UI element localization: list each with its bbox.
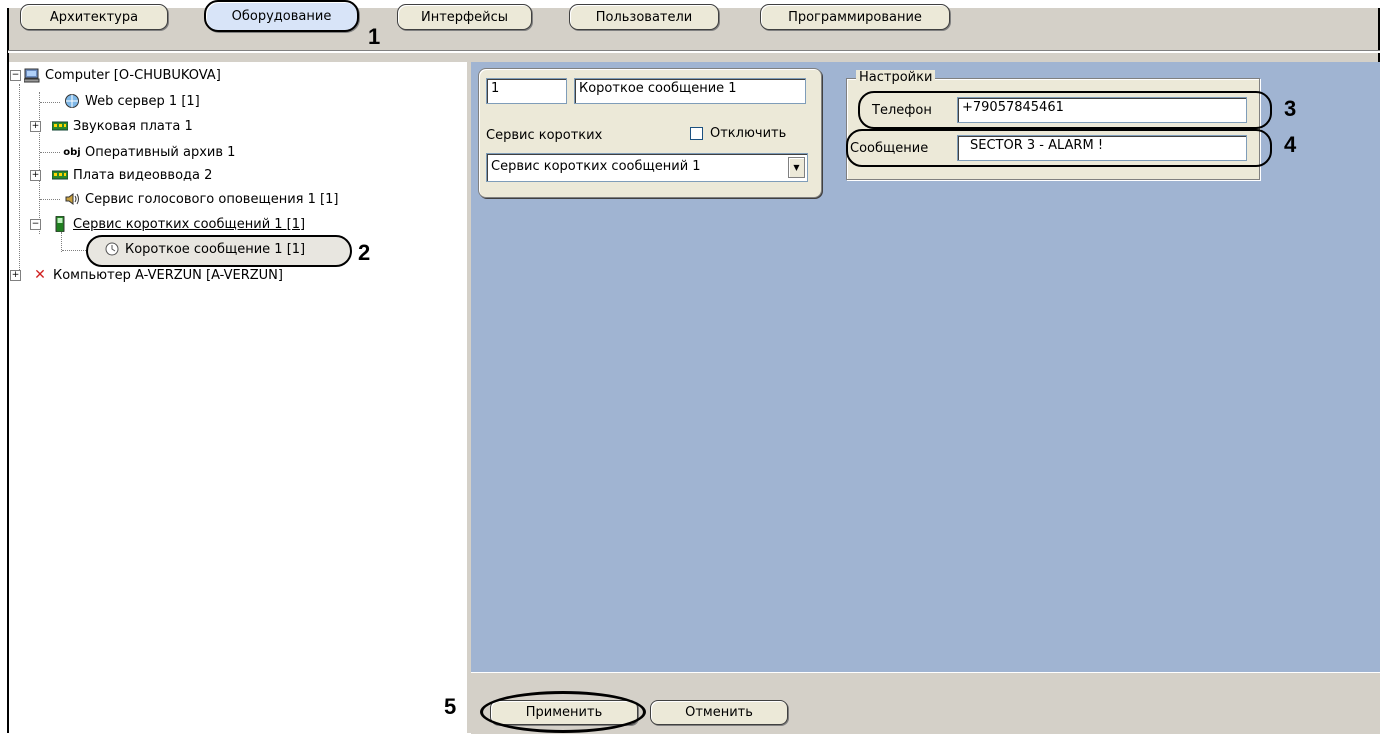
tab-label: Оборудование xyxy=(231,8,332,24)
tab-label: Программирование xyxy=(788,9,922,25)
computer-icon xyxy=(24,67,40,83)
tree-item-label: Звуковая плата 1 xyxy=(73,118,193,134)
expand-icon[interactable]: + xyxy=(30,120,41,132)
speaker-icon xyxy=(64,191,80,207)
tab-programming[interactable]: Программирование xyxy=(760,4,950,30)
expand-icon[interactable]: + xyxy=(10,269,21,281)
highlight-oval-message xyxy=(846,129,1272,167)
disable-checkbox[interactable] xyxy=(690,127,703,140)
service-select[interactable]: Сервис коротких сообщений 1 xyxy=(486,153,808,182)
expand-icon[interactable]: + xyxy=(30,169,41,181)
collapse-icon[interactable]: − xyxy=(30,218,41,230)
apply-button[interactable]: Применить xyxy=(490,700,638,725)
tree-line xyxy=(40,199,60,200)
tab-label: Пользователи xyxy=(595,9,693,25)
tree-item-label: Оперативный архив 1 xyxy=(85,144,236,160)
object-name-input[interactable]: Короткое сообщение 1 xyxy=(574,78,806,104)
board-icon xyxy=(52,167,68,183)
tab-users[interactable]: Пользователи xyxy=(569,4,719,30)
marker-5: 5 xyxy=(444,694,457,719)
settings-group-title: Настройки xyxy=(856,70,936,85)
disable-label: Отключить xyxy=(710,126,787,141)
tree-item-archive[interactable]: obj Оперативный архив 1 xyxy=(63,141,236,163)
tree-item-computer-averzun[interactable]: + ✕ Компьютер A-VERZUN [A-VERZUN] xyxy=(10,264,283,286)
tree-item-short-message[interactable]: Короткое сообщение 1 [1] xyxy=(104,238,305,260)
tree-line xyxy=(19,84,20,274)
marker-4: 4 xyxy=(1284,132,1297,157)
cancel-button-label: Отменить xyxy=(685,705,753,720)
phone-icon xyxy=(52,216,68,232)
tree-line xyxy=(40,102,60,103)
tree-item-sms-service[interactable]: − Сервис коротких сообщений 1 [1] xyxy=(30,213,305,235)
highlight-oval-phone xyxy=(858,91,1272,129)
tab-interfaces[interactable]: Интерфейсы xyxy=(397,4,532,30)
apply-button-label: Применить xyxy=(525,705,603,720)
tree-item-label: Короткое сообщение 1 [1] xyxy=(125,241,306,257)
tab-label: Интерфейсы xyxy=(420,9,509,25)
tab-architecture[interactable]: Архитектура xyxy=(20,4,168,30)
marker-1: 1 xyxy=(368,24,381,49)
tree-item-label: Плата видеоввода 2 xyxy=(73,167,213,183)
tree-item-sound-card[interactable]: + Звуковая плата 1 xyxy=(30,115,193,137)
service-label: Сервис коротких xyxy=(486,128,603,143)
obj-icon: obj xyxy=(63,146,81,158)
tree-item-label: Сервис голосового оповещения 1 [1] xyxy=(85,191,339,207)
tree-item-label: Компьютер A-VERZUN [A-VERZUN] xyxy=(53,267,283,283)
tree-item-label: Web сервер 1 [1] xyxy=(85,93,200,109)
tab-equipment[interactable]: Оборудование xyxy=(204,0,359,32)
object-id-input[interactable]: 1 xyxy=(486,78,567,104)
tree-line xyxy=(61,232,62,252)
tree-item-label: Сервис коротких сообщений 1 [1] xyxy=(73,216,306,232)
chevron-down-icon[interactable]: ▼ xyxy=(788,157,805,178)
web-server-icon xyxy=(64,93,80,109)
collapse-icon[interactable]: − xyxy=(10,69,21,81)
cancel-button[interactable]: Отменить xyxy=(650,700,788,725)
cross-icon: ✕ xyxy=(34,267,46,283)
marker-3: 3 xyxy=(1284,96,1297,121)
tab-underline xyxy=(8,50,1380,53)
service-select-value: Сервис коротких сообщений 1 xyxy=(491,159,701,174)
tab-label: Архитектура xyxy=(49,9,139,25)
tree-item-voice-service[interactable]: Сервис голосового оповещения 1 [1] xyxy=(64,188,338,210)
tree-item-web-server[interactable]: Web сервер 1 [1] xyxy=(64,90,200,112)
tree-item-video-board[interactable]: + Плата видеоввода 2 xyxy=(30,164,212,186)
board-icon xyxy=(52,118,68,134)
tree-item-computer[interactable]: − Computer [O-CHUBUKOVA] xyxy=(10,64,221,86)
tree-item-label: Computer [O-CHUBUKOVA] xyxy=(45,67,221,83)
message-icon xyxy=(104,241,120,257)
marker-2: 2 xyxy=(358,240,371,265)
tree-line xyxy=(40,152,60,153)
